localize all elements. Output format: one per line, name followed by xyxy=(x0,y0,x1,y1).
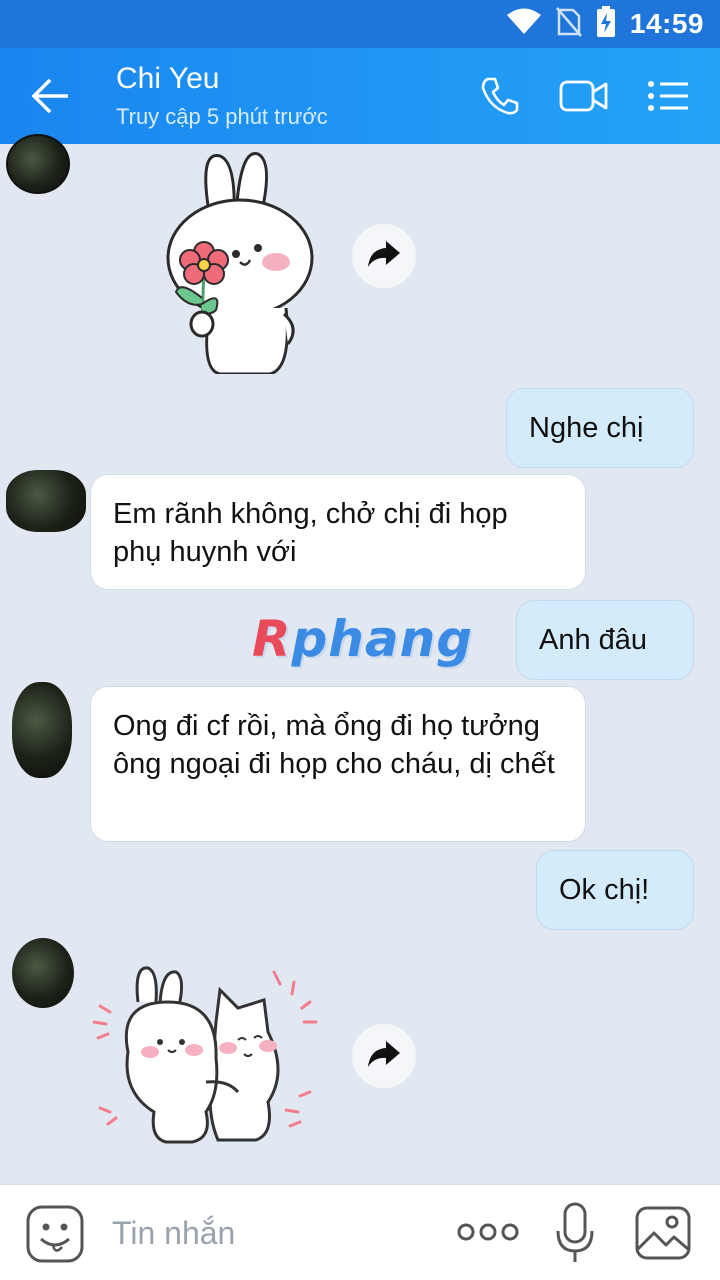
sticker-button[interactable] xyxy=(24,1203,86,1270)
more-dots-icon xyxy=(456,1223,520,1251)
gallery-button[interactable] xyxy=(634,1205,692,1266)
status-bar: 14:59 xyxy=(0,0,720,48)
chat-menu-button[interactable] xyxy=(644,74,696,118)
voice-message-button[interactable] xyxy=(554,1201,596,1270)
no-sim-icon xyxy=(555,6,582,42)
status-icons: 14:59 xyxy=(506,5,704,43)
avatar[interactable] xyxy=(6,470,86,532)
arrow-left-icon xyxy=(24,78,76,124)
share-arrow-icon xyxy=(366,1039,402,1074)
message-input[interactable]: Tin nhắn xyxy=(112,1215,235,1252)
contact-name[interactable]: Chi Yeu xyxy=(116,62,219,96)
avatar[interactable] xyxy=(12,938,74,1008)
share-arrow-icon xyxy=(366,239,402,274)
wifi-icon xyxy=(506,8,542,41)
chat-header: Chi Yeu Truy cập 5 phút trước xyxy=(0,48,720,144)
emoji-sticker-icon xyxy=(24,1205,86,1269)
contact-last-seen: Truy cập 5 phút trước xyxy=(116,104,328,129)
forward-button[interactable] xyxy=(352,224,416,288)
image-gallery-icon xyxy=(634,1206,692,1265)
watermark-logo: Rphang xyxy=(252,610,474,668)
bunny-cat-hug-sticker xyxy=(92,966,318,1144)
microphone-icon xyxy=(554,1202,596,1269)
avatar[interactable] xyxy=(12,682,72,778)
message-bubble-outgoing[interactable]: Ok chị! xyxy=(536,850,694,930)
message-bubble-incoming[interactable]: Em rãnh không, chở chị đi họp phụ huynh … xyxy=(90,474,586,590)
video-call-button[interactable] xyxy=(558,74,610,118)
more-options-button[interactable] xyxy=(456,1217,520,1252)
back-button[interactable] xyxy=(24,72,76,120)
message-list[interactable]: Nghe chị Em rãnh không, chở chị đi họp p… xyxy=(0,134,720,1184)
message-input-bar: Tin nhắn xyxy=(0,1184,720,1280)
bunny-flower-sticker xyxy=(166,152,314,376)
message-text: Nghe chị xyxy=(529,412,644,444)
message-text: Ok chị! xyxy=(559,874,650,906)
message-text: Ong đi cf rồi, mà ổng đi họ tưởng ông ng… xyxy=(113,710,555,780)
message-bubble-outgoing[interactable]: Nghe chị xyxy=(506,388,694,468)
sticker-message[interactable] xyxy=(150,148,320,376)
battery-charging-icon xyxy=(596,5,616,43)
sticker-message[interactable] xyxy=(88,962,332,1152)
phone-icon xyxy=(478,77,522,122)
phone-call-button[interactable] xyxy=(478,74,530,118)
status-time: 14:59 xyxy=(629,8,704,39)
message-text: Em rãnh không, chở chị đi họp phụ huynh … xyxy=(113,498,508,568)
message-bubble-incoming[interactable]: Ong đi cf rồi, mà ổng đi họ tưởng ông ng… xyxy=(90,686,586,842)
message-text: Anh đâu xyxy=(539,624,648,656)
forward-button[interactable] xyxy=(352,1024,416,1088)
video-call-icon xyxy=(558,80,610,122)
message-bubble-outgoing[interactable]: Anh đâu xyxy=(516,600,694,680)
avatar[interactable] xyxy=(6,134,70,194)
menu-list-icon xyxy=(644,81,692,122)
